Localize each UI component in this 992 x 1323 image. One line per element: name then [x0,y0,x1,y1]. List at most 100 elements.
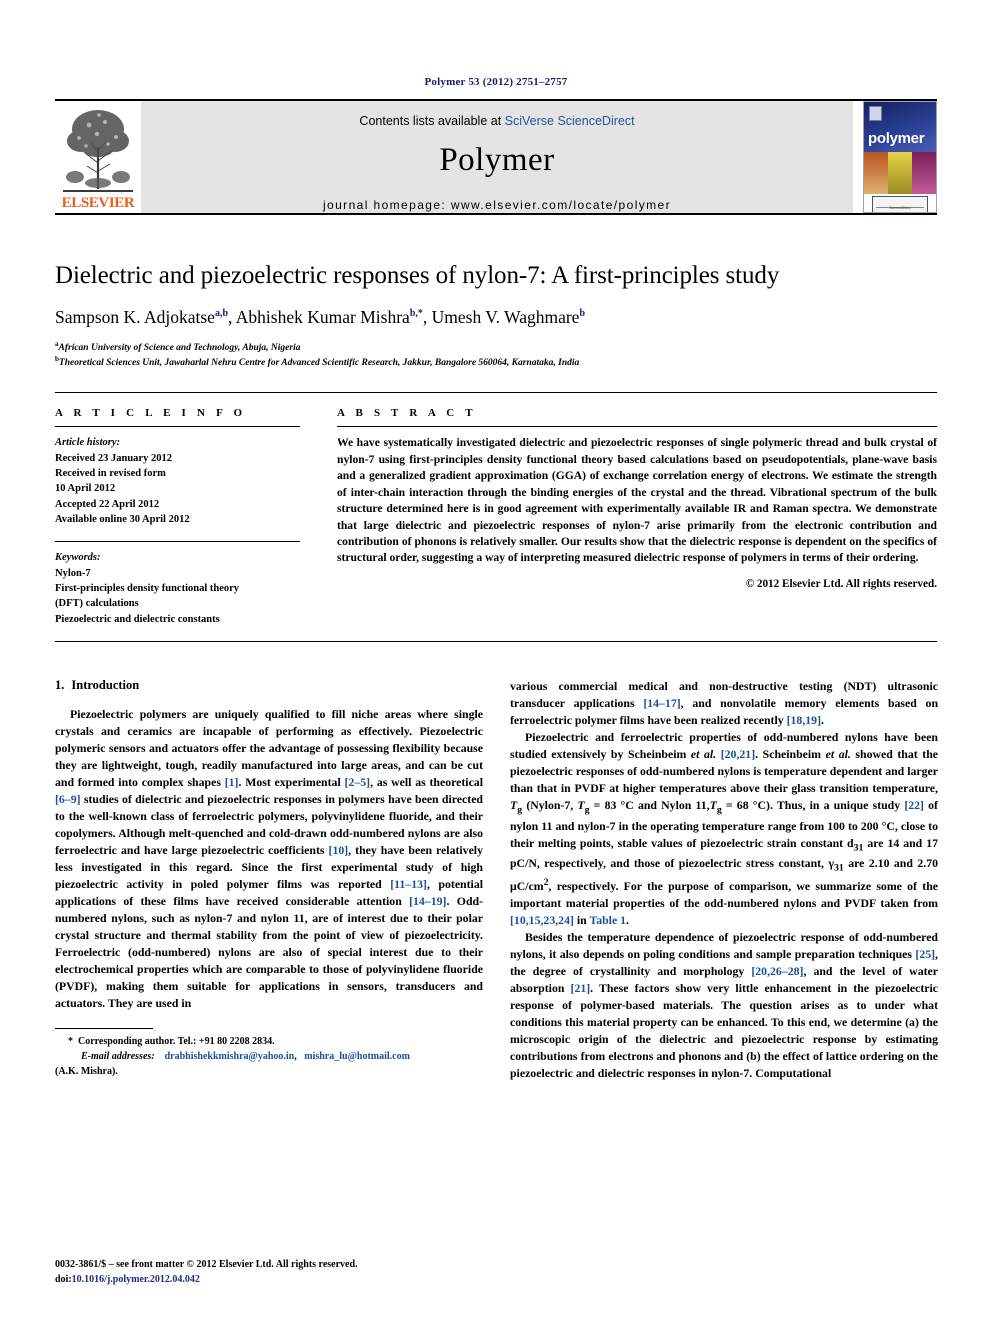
issn-copyright-line: 0032-3861/$ – see front matter © 2012 El… [55,1259,358,1270]
body-column-left: 1. Introduction Piezoelectric polymers ar… [55,678,483,1082]
paragraph-text: . Most experimental [238,775,345,790]
paragraph-text: Besides the temperature dependence of pi… [510,929,938,961]
paragraph: Piezoelectric polymers are uniquely qual… [55,706,483,1013]
page-title: Dielectric and piezoelectric responses o… [55,262,780,289]
citation-ref[interactable]: [11–13] [390,877,427,891]
citation-ref[interactable]: [2–5] [345,775,371,789]
cover-footer-text: ScienceDirect [889,206,911,210]
keyword-item: Nylon-7 [55,567,91,579]
paragraph-text: , respectively. For the purpose of compa… [510,878,938,910]
cover-image-2 [888,151,912,194]
author-separator: , [422,306,432,327]
abstract-column: A B S T R A C T We have systematically i… [320,407,937,627]
author-name: Umesh V. Waghmare [431,306,580,327]
abstract-rule [337,426,937,428]
keyword-item: First-principles density functional theo… [55,582,240,594]
journal-title: Polymer [439,142,555,178]
abstract-copyright: © 2012 Elsevier Ltd. All rights reserved… [745,577,937,590]
gamma31-subscript: 31 [833,862,844,874]
paragraph-text: , as well as theoretical [370,775,483,790]
cover-mini-icon [869,106,882,121]
cover-top-panel: polymer [864,102,936,152]
citation-ref[interactable]: [21] [571,981,591,995]
citation-ref[interactable]: [22] [904,798,924,812]
paragraph-text: = 68 °C). Thus, in a unique study [721,798,905,813]
article-info-rule [55,426,300,428]
body-column-right: various commercial medical and non-destr… [510,678,938,1082]
footnote-email-label: E-mail addresses: [81,1051,155,1063]
et-al-italic: et al. [825,747,851,762]
info-abstract-band: A R T I C L E I N F O Article history: R… [55,393,937,627]
author-name: Sampson K. Adjokatse [55,306,215,327]
abstract-text: We have systematically investigated diel… [337,436,937,565]
article-info-heading: A R T I C L E I N F O [55,407,247,420]
citation-ref[interactable]: [6–9] [55,792,81,806]
footnote-email-1[interactable]: drabhishekkmishra@yahoo.in [165,1051,295,1062]
author-affil-mark: b [579,307,585,319]
history-item: Received in revised form [55,467,166,479]
footnote-corresponding-line: * Corresponding author. Tel.: +91 80 220… [55,1034,483,1049]
footnote-email-line: E-mail addresses: drabhishekkmishra@yaho… [55,1049,483,1064]
affiliation-item: aAfrican University of Science and Techn… [55,340,937,355]
footnote-corresponding-text: Corresponding author. Tel.: +91 80 2208 … [78,1036,275,1048]
author-separator: , [228,306,236,327]
keywords-label: Keywords: [55,552,101,564]
journal-homepage[interactable]: journal homepage: www.elsevier.com/locat… [141,179,853,212]
sciencedirect-link[interactable]: SciVerse ScienceDirect [505,114,635,128]
contents-prefix: Contents lists available at [359,114,505,128]
affiliation-text: African University of Science and Techno… [58,343,301,354]
paragraph-text: in [573,912,590,927]
article-history-block: Article history: Received 23 January 201… [55,435,300,527]
footnote-star: * [68,1036,73,1048]
paragraph: Besides the temperature dependence of pi… [510,929,938,1082]
author-list: Sampson K. Adjokatsea,b, Abhishek Kumar … [55,307,937,329]
corresponding-author-footnote: * Corresponding author. Tel.: +91 80 220… [55,1028,483,1079]
elsevier-logo: ELSEVIER [55,101,141,213]
paragraph-text: . Scheinbeim [755,747,826,762]
article-history-label: Article history: [55,437,121,449]
article-info-column: A R T I C L E I N F O Article history: R… [55,407,320,627]
citation-ref[interactable]: [20,26–28] [751,964,803,978]
author-name: Abhishek Kumar Mishra [235,306,410,327]
title-block: Dielectric and piezoelectric responses o… [55,215,937,370]
section-heading: 1. Introduction [55,678,483,693]
citation-ref[interactable]: [1] [225,775,239,789]
table-link[interactable]: Table 1 [589,913,626,927]
citation-ref[interactable]: [14–19] [409,894,446,908]
footnote-email-attribution: (A.K. Mishra). [55,1066,118,1078]
d31-subscript: 31 [853,842,864,854]
citation-ref[interactable]: [10] [329,843,349,857]
tg-symbol: T [709,798,717,813]
elsevier-wordmark: ELSEVIER [61,195,135,211]
paper-page: Polymer 53 (2012) 2751–2757 ELSEVIER Con… [0,0,992,1323]
cover-journal-name: polymer [868,129,925,147]
doi-line: doi:10.1016/j.polymer.2012.04.042 [55,1272,358,1287]
paragraph-text: . These factors show very little enhance… [510,980,938,1081]
info-band-bottom-rule [55,640,937,642]
citation-ref[interactable]: [14–17] [643,696,680,710]
paragraph: various commercial medical and non-destr… [510,678,938,729]
keywords-block: Keywords: Nylon-7 First-principles densi… [55,550,300,627]
doi-label: doi: [55,1274,72,1285]
citation-ref[interactable]: [25] [915,947,935,961]
paragraph-text: (Nylon-7, [522,798,578,813]
elsevier-tree-icon [63,110,133,192]
citation-ref[interactable]: [20,21] [721,747,755,761]
paragraph: Piezoelectric and ferroelectric properti… [510,729,938,929]
doi-value[interactable]: 10.1016/j.polymer.2012.04.042 [72,1274,200,1285]
page-footer: 0032-3861/$ – see front matter © 2012 El… [55,1257,358,1287]
history-item: Received 23 January 2012 [55,452,172,464]
cover-image-3 [912,151,936,194]
running-head: Polymer 53 (2012) 2751–2757 [424,76,568,88]
body-columns: 1. Introduction Piezoelectric polymers ar… [55,678,938,1082]
citation-ref[interactable]: [10,15,23,24] [510,913,574,927]
footnote-email-2[interactable]: mishra_lu@hotmail.com [304,1051,410,1062]
citation-ref[interactable]: [18,19] [787,713,821,727]
history-item: Available online 30 April 2012 [55,513,190,525]
author-affil-mark: a,b [214,307,228,319]
tg-symbol: T [577,798,585,813]
keywords-rule [55,541,300,543]
paragraph-text: . [821,712,824,727]
journal-cover-thumbnail[interactable]: polymer ScienceDirect [863,101,937,213]
paragraph-text: = 83 °C and Nylon 11, [589,798,710,813]
